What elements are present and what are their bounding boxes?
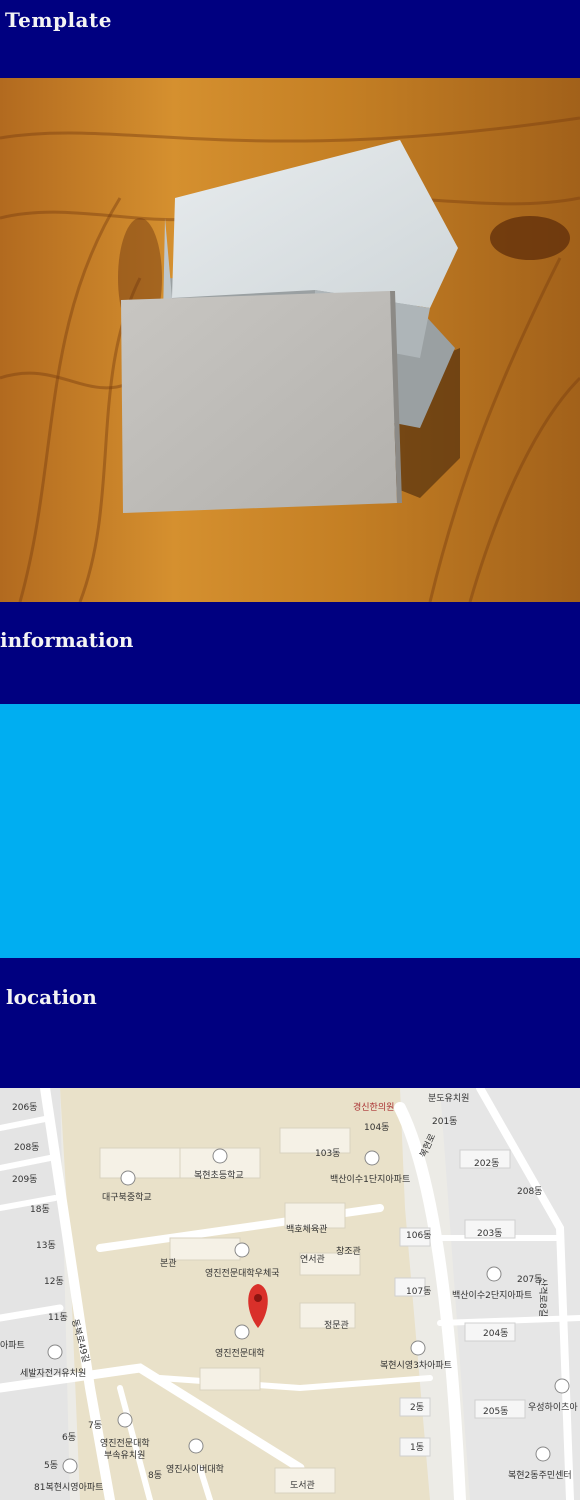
- map-label: 12동: [44, 1276, 64, 1287]
- information-content-area: [0, 704, 580, 958]
- map-label: 18동: [30, 1204, 50, 1215]
- information-heading-bar: information: [0, 602, 580, 704]
- header-bar: Template: [0, 0, 580, 78]
- map-label: 분도유치원: [428, 1092, 469, 1104]
- map-label: 107동: [406, 1286, 431, 1297]
- map-label: 복현시영3차아파트: [380, 1359, 452, 1371]
- map-label: 13동: [36, 1240, 56, 1251]
- map-label: 206동: [12, 1102, 37, 1113]
- map-label: 103동: [315, 1148, 340, 1159]
- map-canvas[interactable]: 206동 208동 209동 18동 13동 12동 11동 아파트 세발자전거…: [0, 1088, 580, 1500]
- map-label: 영진사이버대학: [166, 1464, 224, 1475]
- map-label: 11동: [48, 1312, 68, 1323]
- map-label: 81복현시영아파트: [34, 1482, 103, 1493]
- map-label: 104동: [364, 1122, 389, 1133]
- map-label: 복현초등학교: [194, 1170, 244, 1181]
- map-label: 대구북중학교: [102, 1192, 152, 1203]
- map-label: 203동: [477, 1228, 502, 1239]
- road-label: 산격로8길: [537, 1278, 549, 1317]
- location-heading-bar: location: [0, 958, 580, 1088]
- map-label: 2동: [410, 1402, 424, 1413]
- map-label: 정문관: [324, 1320, 349, 1331]
- map-label: 부속유치원: [104, 1449, 145, 1461]
- map-label: 208동: [517, 1186, 542, 1197]
- hero-image-business-cards: [0, 78, 580, 602]
- map-label: 204동: [483, 1328, 508, 1339]
- wood-table-with-cards-illustration: [0, 78, 580, 602]
- map-label: 8동: [148, 1470, 162, 1481]
- map-label: 202동: [474, 1158, 499, 1169]
- map-label: 도서관: [290, 1480, 315, 1491]
- map-label: 영진전문대학우체국: [205, 1268, 280, 1279]
- map-label: 우성하이츠아: [528, 1402, 578, 1413]
- map-label: 본관: [160, 1258, 177, 1269]
- map-label: 7동: [88, 1420, 102, 1431]
- site-title: Template: [5, 8, 112, 32]
- map-label: 106동: [406, 1230, 431, 1241]
- map-label: 6동: [62, 1432, 76, 1443]
- map-label: 백산이수2단지아파트: [452, 1290, 532, 1301]
- map-label: 영진전문대학: [100, 1438, 150, 1449]
- map-label: 백산이수1단지아파트: [330, 1174, 410, 1185]
- map-label: 백호체육관: [286, 1224, 327, 1235]
- map-label: 5동: [44, 1460, 58, 1471]
- map-label: 경신한의원: [353, 1101, 394, 1113]
- location-map[interactable]: 206동 208동 209동 18동 13동 12동 11동 아파트 세발자전거…: [0, 1088, 580, 1500]
- map-label: 201동: [432, 1116, 457, 1127]
- map-label: 복현2동주민센터: [508, 1470, 572, 1481]
- map-label: 연서관: [300, 1254, 325, 1265]
- map-label: 1동: [410, 1442, 424, 1453]
- map-label: 창조관: [336, 1246, 361, 1257]
- map-label: 208동: [14, 1142, 39, 1153]
- map-label: 209동: [12, 1174, 37, 1185]
- location-title: location: [6, 985, 97, 1009]
- map-label: 205동: [483, 1406, 508, 1417]
- information-title: information: [0, 628, 134, 652]
- map-label: 아파트: [0, 1340, 25, 1351]
- map-label: 영진전문대학: [215, 1348, 265, 1359]
- map-label: 세발자전거유치원: [20, 1367, 86, 1379]
